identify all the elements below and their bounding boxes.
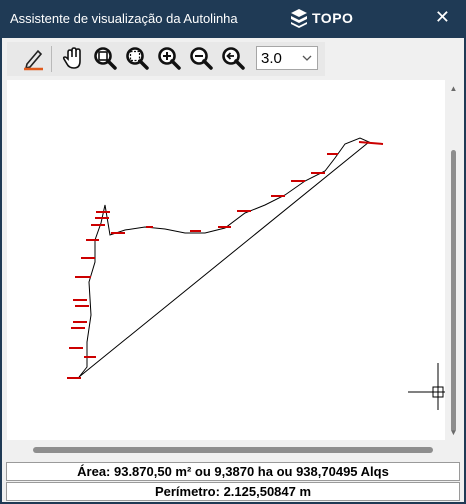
toolbar: 3.0	[7, 42, 325, 76]
logo-text: TOPO	[312, 10, 354, 26]
zoom-window-icon	[126, 47, 149, 70]
scroll-up-icon[interactable]: ▲	[446, 82, 461, 94]
topo-logo-icon	[291, 9, 307, 28]
zoom-extents-icon	[94, 47, 117, 70]
measurement-ticks	[67, 141, 384, 379]
horizontal-scroll-thumb[interactable]	[33, 447, 433, 453]
vertical-scrollbar[interactable]: ▲ ▼	[446, 80, 461, 440]
zoom-level-value: 3.0	[261, 50, 282, 67]
drawing-canvas[interactable]	[7, 80, 445, 440]
zoom-previous-icon	[222, 47, 245, 70]
vertical-scroll-thumb[interactable]	[451, 150, 456, 432]
zoom-out-icon	[190, 47, 213, 70]
zoom-level-select[interactable]: 3.0	[256, 46, 318, 70]
close-button[interactable]: ✕	[435, 8, 450, 26]
window-title: Assistente de visualização da Autolinha	[10, 11, 238, 26]
scroll-down-icon[interactable]: ▼	[446, 426, 461, 438]
title-bar: Assistente de visualização da Autolinha …	[0, 0, 466, 38]
edit-pen-button[interactable]	[19, 44, 47, 72]
zoom-in-icon	[158, 47, 181, 70]
perimeter-readout: Perímetro: 2.125,50847 m	[6, 482, 460, 501]
edit-pen-icon	[24, 49, 43, 71]
topo-logo: TOPO	[289, 8, 353, 28]
chevron-down-icon	[302, 55, 312, 61]
parcel-outline	[78, 137, 370, 378]
zoom-previous-button[interactable]	[219, 44, 247, 72]
crosshair-cursor	[408, 363, 445, 410]
pan-hand-icon	[62, 47, 81, 69]
toolbar-separator	[51, 46, 52, 72]
zoom-out-button[interactable]	[187, 44, 215, 72]
area-readout: Área: 93.870,50 m² ou 9,3870 ha ou 938,7…	[6, 462, 460, 481]
zoom-window-button[interactable]	[123, 44, 151, 72]
parcel-drawing	[67, 137, 445, 410]
horizontal-scrollbar[interactable]	[7, 441, 445, 458]
zoom-in-button[interactable]	[155, 44, 183, 72]
pan-button[interactable]	[59, 44, 87, 72]
zoom-extents-button[interactable]	[91, 44, 119, 72]
